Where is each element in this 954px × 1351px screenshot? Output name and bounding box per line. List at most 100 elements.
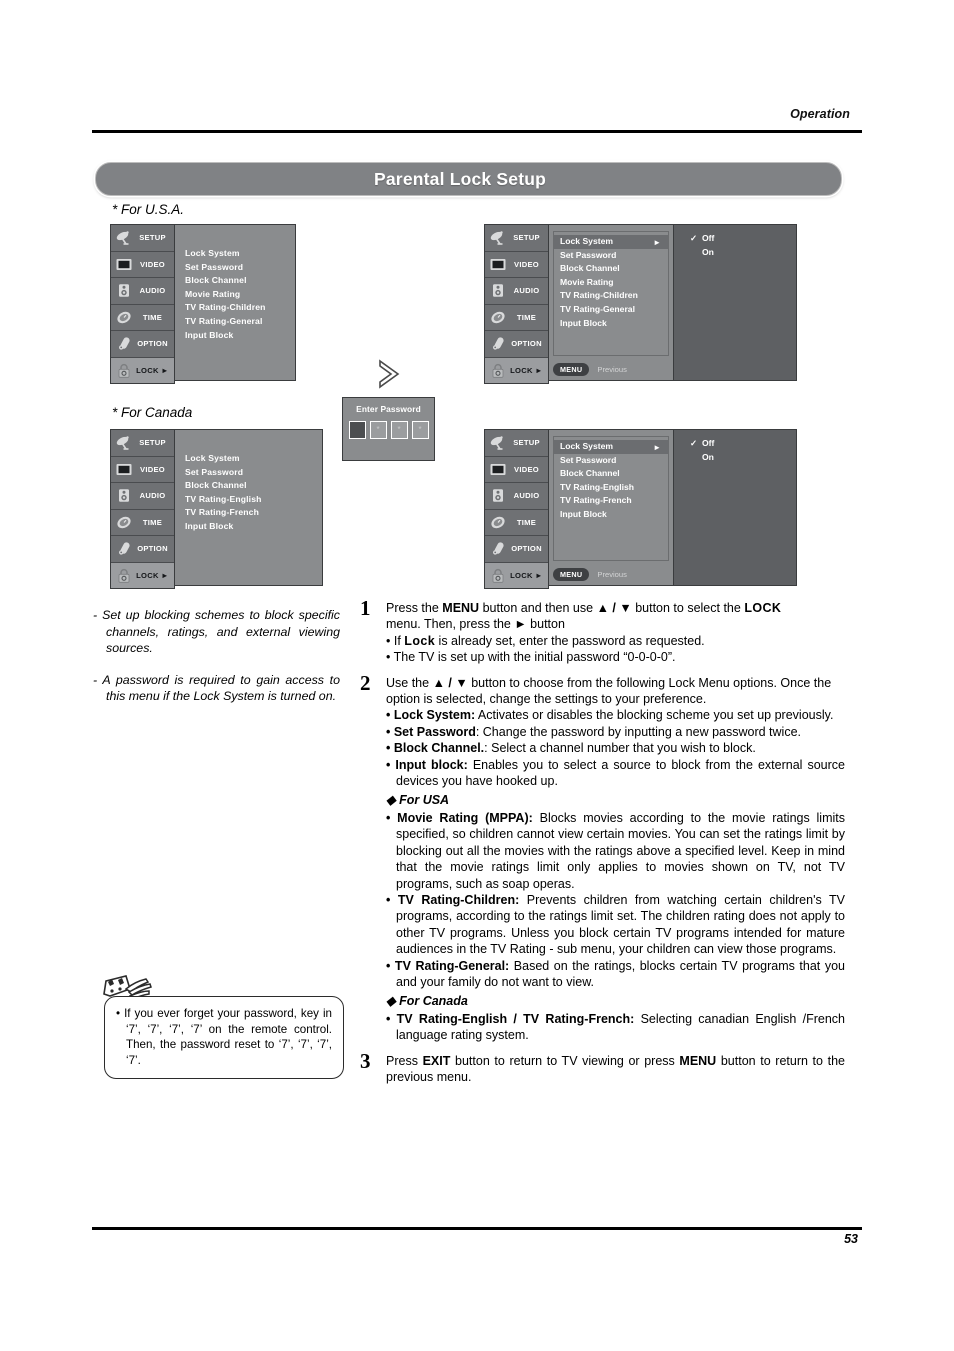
osd-menu-item[interactable]: TV Rating-English [560,481,668,495]
osd-sidebar-item-setup[interactable]: SETUP [111,430,174,457]
osd-sidebar-item-option[interactable]: OPTION [485,331,548,358]
satellite-dish-icon [114,229,134,246]
osd-sidebar-item-time[interactable]: TIME [485,509,548,536]
lock-option-1: • Lock System: Activates or disables the… [386,707,845,723]
osd-sidebar-item-video[interactable]: VIDEO [111,251,174,278]
option-term: • Block Channel. [386,741,485,756]
osd-menu-item[interactable]: Lock System ► [554,440,668,454]
osd-sidebar: SETUP VIDEO AUDIO TIME OPTION LOCK ► [110,429,175,589]
osd-sidebar: SETUP VIDEO AUDIO TIME OPTION LOCK ► [484,224,549,384]
caption-for-canada: * For Canada [112,405,193,420]
osd-menu-item[interactable]: TV Rating-General [560,303,668,317]
osd-menu-item[interactable]: TV Rating-English [185,493,322,507]
osd-sidebar-item-setup[interactable]: SETUP [485,225,548,252]
menu-button-pill[interactable]: MENU [553,363,590,376]
osd-sidebar-label: AUDIO [139,286,166,296]
step-1-text: Press the MENU button and then use ▲ / ▼… [386,600,845,633]
osd-menu-item[interactable]: Lock System [185,452,322,466]
osd-sidebar-item-option[interactable]: OPTION [485,536,548,563]
osd-menu-item[interactable]: TV Rating-French [185,506,322,520]
osd-item-list: Lock System Set Password Block Channel Movi… [175,241,295,342]
password-cell-1[interactable] [348,421,366,439]
option-description: : Change the password by inputting a new… [475,724,802,739]
for-usa-heading: ◆ For USA [386,793,450,808]
osd-menu-item[interactable]: Movie Rating [185,288,295,302]
option-on[interactable]: On [702,247,714,257]
remote-control-icon [488,540,508,557]
speaker-icon [488,487,508,504]
password-cells[interactable]: * * * [343,421,434,439]
option-term: • Lock System: [386,708,476,723]
page-title-banner: Parental Lock Setup [95,162,842,196]
osd-menu-item[interactable]: Lock System [185,247,295,261]
osd-menu-item[interactable]: Input Block [560,508,668,522]
osd-menu-item[interactable]: Block Channel [560,467,668,481]
osd-sidebar-label: AUDIO [139,491,166,501]
osd-menu-item[interactable]: Input Block [560,317,668,331]
exit-keyword: EXIT [422,1053,451,1068]
osd-footer: MENU Previous [553,567,669,582]
osd-sidebar-item-video[interactable]: VIDEO [111,456,174,483]
step-1-bullet-1: • If Lock is already set, enter the pass… [386,633,705,648]
osd-menu-item[interactable]: Input Block [185,329,295,343]
password-cell-4[interactable]: * [411,421,429,439]
osd-sidebar: SETUP VIDEO AUDIO TIME OPTION LOCK ► [484,429,549,589]
osd-sidebar-item-lock[interactable]: LOCK ► [111,562,174,588]
osd-sidebar-item-audio[interactable]: AUDIO [111,278,174,305]
osd-options-panel: ✓ Off On [674,429,797,586]
osd-sidebar-item-video[interactable]: VIDEO [485,251,548,278]
osd-sidebar-label: OPTION [137,339,168,349]
osd-sidebar-item-audio[interactable]: AUDIO [111,483,174,510]
osd-sidebar-item-audio[interactable]: AUDIO [485,278,548,305]
usa-option-1: • Movie Rating (MPPA): Blocks movies acc… [386,810,845,892]
osd-menu-item[interactable]: Set Password [185,261,295,275]
menu-button-pill[interactable]: MENU [553,568,590,581]
osd-menu-item[interactable]: TV Rating-Children [185,301,295,315]
osd-sidebar-item-video[interactable]: VIDEO [485,456,548,483]
option-term: • TV Rating-Children: [386,892,520,907]
osd-sidebar-label: LOCK ► [510,570,543,580]
osd-menu-item[interactable]: Movie Rating [560,276,668,290]
speaker-icon [114,282,134,299]
osd-menu-item[interactable]: Set Password [560,249,668,263]
osd-menu-item[interactable]: TV Rating-General [185,315,295,329]
password-cell-2[interactable]: * [369,421,387,439]
osd-menu-item[interactable]: Lock System ► [554,235,668,249]
osd-sidebar-item-setup[interactable]: SETUP [485,430,548,457]
password-cell-3[interactable]: * [390,421,408,439]
osd-menu-item[interactable]: Set Password [185,466,322,480]
osd-menu-item[interactable]: Block Channel [185,274,295,288]
canada-option-1: • TV Rating-English / TV Rating-French: … [386,1011,845,1044]
osd-menu-item[interactable]: Block Channel [560,262,668,276]
speaker-icon [488,282,508,299]
header-divider [92,130,862,133]
osd-menu-item[interactable]: Set Password [560,454,668,468]
osd-sidebar-item-lock[interactable]: LOCK ► [485,562,548,588]
option-off[interactable]: Off [702,438,714,448]
option-on[interactable]: On [702,452,714,462]
osd-item-list-panel: Lock System Set Password Block Channel TV R… [175,429,323,586]
osd-sidebar-item-option[interactable]: OPTION [111,536,174,563]
osd-menu-item[interactable]: TV Rating-Children [560,289,668,303]
remote-control-icon [488,335,508,352]
osd-menu-item[interactable]: Block Channel [185,479,322,493]
page-number: 53 [844,1232,858,1246]
osd-sidebar-item-time[interactable]: TIME [111,304,174,331]
section-header-label: Operation [790,107,850,121]
osd-sidebar-item-lock[interactable]: LOCK ► [111,357,174,383]
osd-menu-item[interactable]: TV Rating-French [560,494,668,508]
osd-sidebar-item-lock[interactable]: LOCK ► [485,357,548,383]
option-term: • Set Password [386,724,476,739]
osd-sidebar-label: TIME [516,312,537,322]
osd-sidebar-item-setup[interactable]: SETUP [111,225,174,252]
osd-sidebar-label: VIDEO [140,259,165,269]
osd-sidebar-item-time[interactable]: TIME [485,304,548,331]
osd-sidebar-item-time[interactable]: TIME [111,509,174,536]
osd-sidebar-item-audio[interactable]: AUDIO [485,483,548,510]
tip-note-box: • If you ever forget your password, key … [104,996,344,1080]
osd-menu-item[interactable]: Input Block [185,520,322,534]
osd-sidebar-item-option[interactable]: OPTION [111,331,174,358]
step-3: 3 Press EXIT button to return to TV view… [360,1049,845,1086]
option-off[interactable]: Off [702,233,714,243]
step-2-usa-option-list: • Movie Rating (MPPA): Blocks movies acc… [386,810,845,990]
